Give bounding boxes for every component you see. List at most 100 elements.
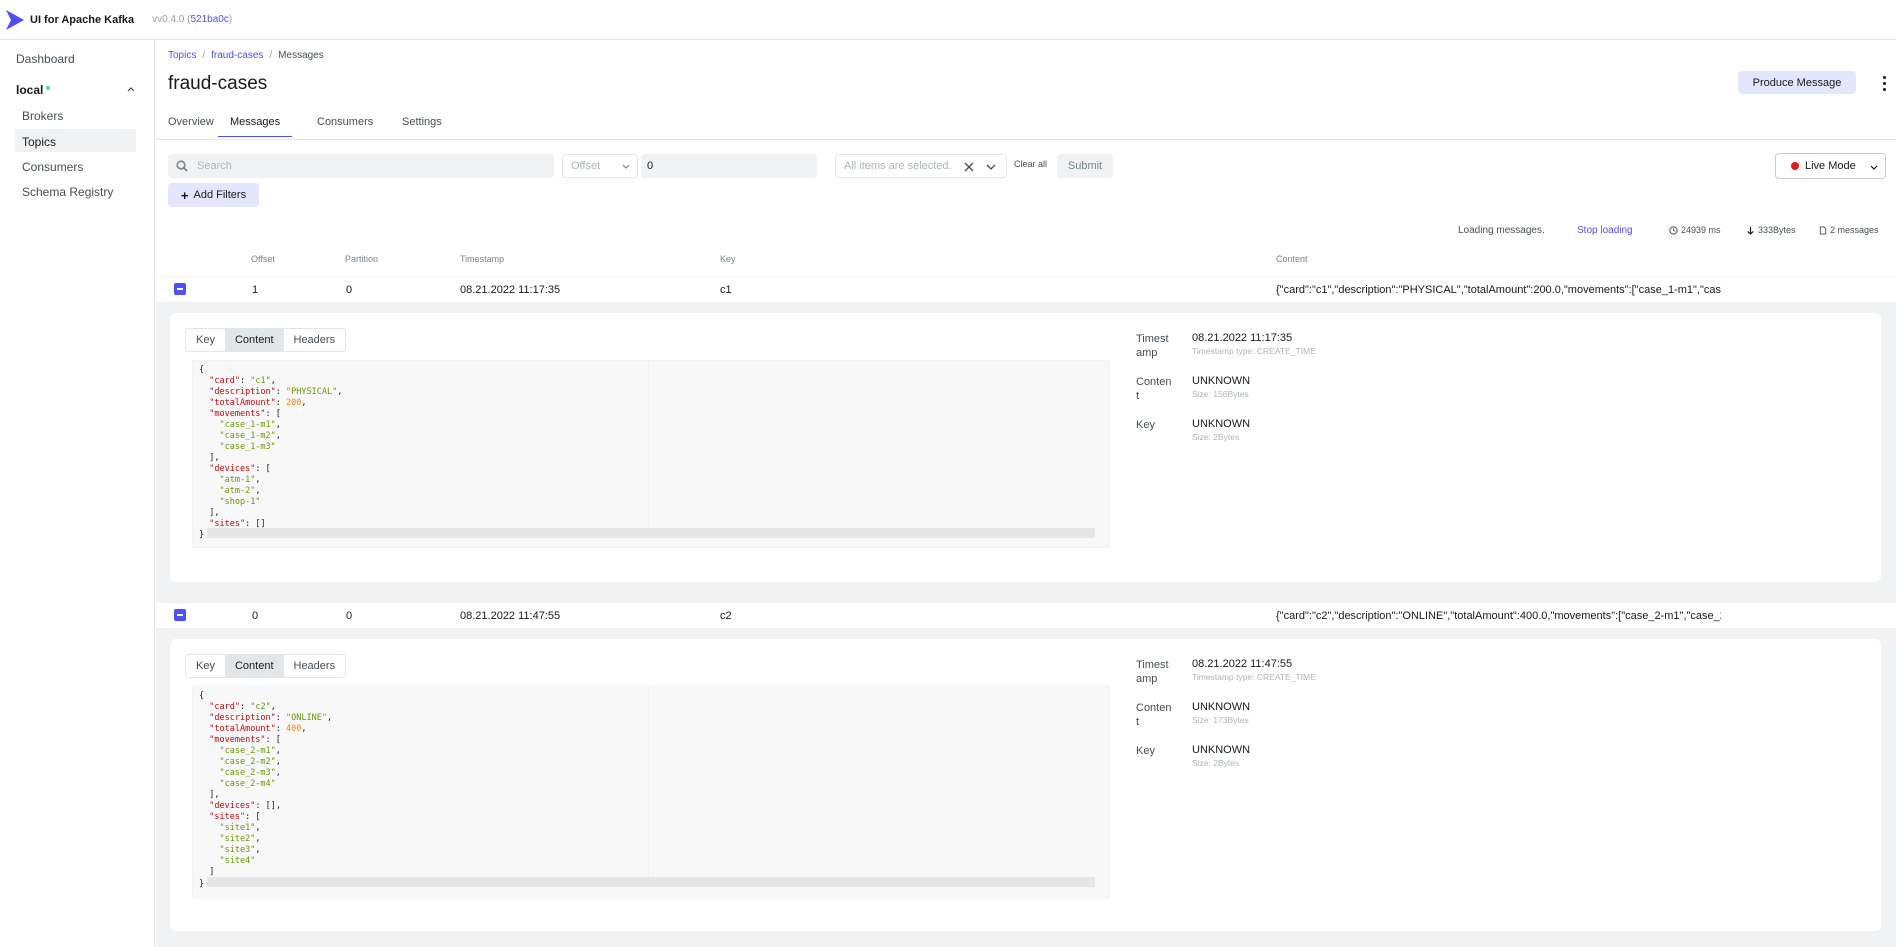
collapse-row-button[interactable] xyxy=(174,283,186,295)
stop-loading-button[interactable]: Stop loading xyxy=(1577,225,1633,236)
search-input[interactable]: Search xyxy=(168,154,554,178)
meta-timestamp-label: Timest amp xyxy=(1136,659,1169,685)
topic-tabs: Overview Messages Consumers Settings xyxy=(156,108,1896,140)
message-detail-card: Key Content Headers { "card": "c2", "des… xyxy=(170,639,1881,931)
collapse-row-button[interactable] xyxy=(174,609,186,621)
breadcrumb: Topics / fraud-cases / Messages xyxy=(168,50,324,61)
sidebar-item-consumers[interactable]: Consumers xyxy=(22,160,83,174)
app-title: UI for Apache Kafka xyxy=(30,13,135,26)
breadcrumb-topics[interactable]: Topics xyxy=(168,50,196,61)
detail-tabs: Key Content Headers xyxy=(185,328,347,352)
sidebar-item-dashboard[interactable]: Dashboard xyxy=(16,52,75,66)
meta-key-label: Key xyxy=(1136,745,1155,757)
add-filters-label: Add Filters xyxy=(193,189,247,201)
live-mode-label: Live Mode xyxy=(1805,160,1856,172)
offset-input[interactable]: 0 xyxy=(641,154,817,178)
bytes-stat: 333Bytes xyxy=(1746,225,1796,235)
meta-content-format: UNKNOWN xyxy=(1192,375,1251,387)
seek-type-value: Offset xyxy=(571,160,601,172)
detail-tab-headers[interactable]: Headers xyxy=(284,655,346,677)
meta-key-format: UNKNOWN xyxy=(1192,744,1251,756)
cluster-toggle[interactable]: local xyxy=(16,83,136,97)
clear-selection-icon[interactable] xyxy=(963,161,975,173)
row-content: {"card":"c2","description":"ONLINE","tot… xyxy=(1276,610,1721,622)
tab-messages[interactable]: Messages xyxy=(218,116,293,137)
add-filters-button[interactable]: + Add Filters xyxy=(168,183,259,207)
home-logo-link[interactable]: UI for Apache Kafka xyxy=(6,9,135,30)
arrow-down-icon xyxy=(1747,226,1754,235)
plus-icon: + xyxy=(180,187,189,203)
meta-key-size: Size: 2Bytes xyxy=(1192,758,1240,768)
row-key: c1 xyxy=(720,284,732,296)
chevron-down-icon[interactable] xyxy=(986,162,996,172)
meta-key-size: Size: 2Bytes xyxy=(1192,432,1240,442)
cluster-name: local xyxy=(16,83,44,97)
version-hash-link[interactable]: 521ba0c xyxy=(190,14,228,25)
kafka-logo-icon xyxy=(6,9,24,30)
live-indicator-icon xyxy=(1791,162,1799,170)
json-viewer[interactable]: { "card": "c1", "description": "PHYSICAL… xyxy=(192,360,1110,548)
tab-settings[interactable]: Settings xyxy=(402,116,442,128)
sidebar-item-topics[interactable]: Topics xyxy=(15,129,136,152)
detail-tab-content[interactable]: Content xyxy=(224,329,284,351)
sidebar-item-brokers[interactable]: Brokers xyxy=(22,109,63,123)
meta-timestamp-type: Timestamp type: CREATE_TIME xyxy=(1192,672,1316,682)
breadcrumb-separator: / xyxy=(202,50,206,61)
elapsed-stat: 24939 ms xyxy=(1669,225,1721,235)
chevron-down-icon xyxy=(622,164,630,169)
seek-type-select[interactable]: Offset xyxy=(562,154,638,178)
meta-content-size: Size: 173Bytes xyxy=(1192,715,1249,725)
json-horizontal-scrollbar[interactable] xyxy=(207,877,1095,887)
search-placeholder: Search xyxy=(197,160,232,172)
sidebar-item-schema-registry[interactable]: Schema Registry xyxy=(22,185,113,199)
produce-message-button[interactable]: Produce Message xyxy=(1738,71,1856,94)
row-content: {"card":"c1","description":"PHYSICAL","t… xyxy=(1276,284,1721,296)
row-timestamp: 08.21.2022 11:17:35 xyxy=(460,284,561,296)
breadcrumb-topic[interactable]: fraud-cases xyxy=(211,50,263,61)
detail-tab-content[interactable]: Content xyxy=(224,655,284,677)
loading-status: Loading messages. xyxy=(1458,225,1545,236)
meta-content-size: Size: 156Bytes xyxy=(1192,389,1249,399)
detail-tab-headers[interactable]: Headers xyxy=(284,329,346,351)
search-icon xyxy=(176,160,188,172)
table-row[interactable]: 1 0 08.21.2022 11:17:35 c1 {"card":"c1",… xyxy=(156,276,1896,302)
meta-key-label: Key xyxy=(1136,419,1155,431)
row-partition: 0 xyxy=(346,610,353,622)
meta-content-label: Conten t xyxy=(1136,376,1172,402)
top-bar: UI for Apache Kafka vv0.4.0 (521ba0c) xyxy=(0,0,1896,40)
submit-button[interactable]: Submit xyxy=(1057,154,1113,178)
messages-stat: 2 messages xyxy=(1819,225,1879,235)
row-offset: 1 xyxy=(252,284,259,296)
meta-content-format: UNKNOWN xyxy=(1192,701,1251,713)
clock-icon xyxy=(1669,225,1678,235)
json-viewer[interactable]: { "card": "c2", "description": "ONLINE",… xyxy=(192,686,1110,898)
clear-all-button[interactable]: Clear all xyxy=(1014,159,1047,169)
detail-tab-key[interactable]: Key xyxy=(186,329,225,351)
tab-consumers[interactable]: Consumers xyxy=(317,116,373,128)
breadcrumb-current: Messages xyxy=(278,50,324,61)
document-icon xyxy=(1819,225,1827,235)
col-timestamp: Timestamp xyxy=(460,254,505,264)
col-content: Content xyxy=(1276,254,1308,264)
row-key: c2 xyxy=(720,610,732,622)
meta-timestamp-type: Timestamp type: CREATE_TIME xyxy=(1192,346,1316,356)
sidebar: Dashboard xyxy=(0,40,155,947)
cluster-online-indicator xyxy=(46,86,51,90)
detail-tab-key[interactable]: Key xyxy=(186,655,225,677)
partitions-value: All items are selected. xyxy=(844,160,952,172)
more-options-icon[interactable] xyxy=(1878,74,1890,92)
message-detail: Key Content Headers { "card": "c2", "des… xyxy=(156,628,1896,947)
breadcrumb-separator: / xyxy=(269,50,273,61)
col-partition: Partition xyxy=(345,254,379,264)
row-partition: 0 xyxy=(346,284,353,296)
live-mode-select[interactable]: Live Mode xyxy=(1775,153,1886,179)
message-detail-card: Key Content Headers { "card": "c1", "des… xyxy=(170,313,1881,582)
tab-overview[interactable]: Overview xyxy=(168,116,214,128)
table-row[interactable]: 0 0 08.21.2022 11:47:55 c2 {"card":"c2",… xyxy=(156,602,1896,628)
chevron-up-icon xyxy=(127,87,135,92)
detail-tabs: Key Content Headers xyxy=(185,654,347,678)
json-horizontal-scrollbar[interactable] xyxy=(207,528,1095,538)
partitions-select[interactable]: All items are selected. xyxy=(835,154,1007,178)
version-label: vv0.4.0 (521ba0c) xyxy=(152,14,233,25)
meta-timestamp-value: 08.21.2022 11:47:55 xyxy=(1192,658,1293,670)
